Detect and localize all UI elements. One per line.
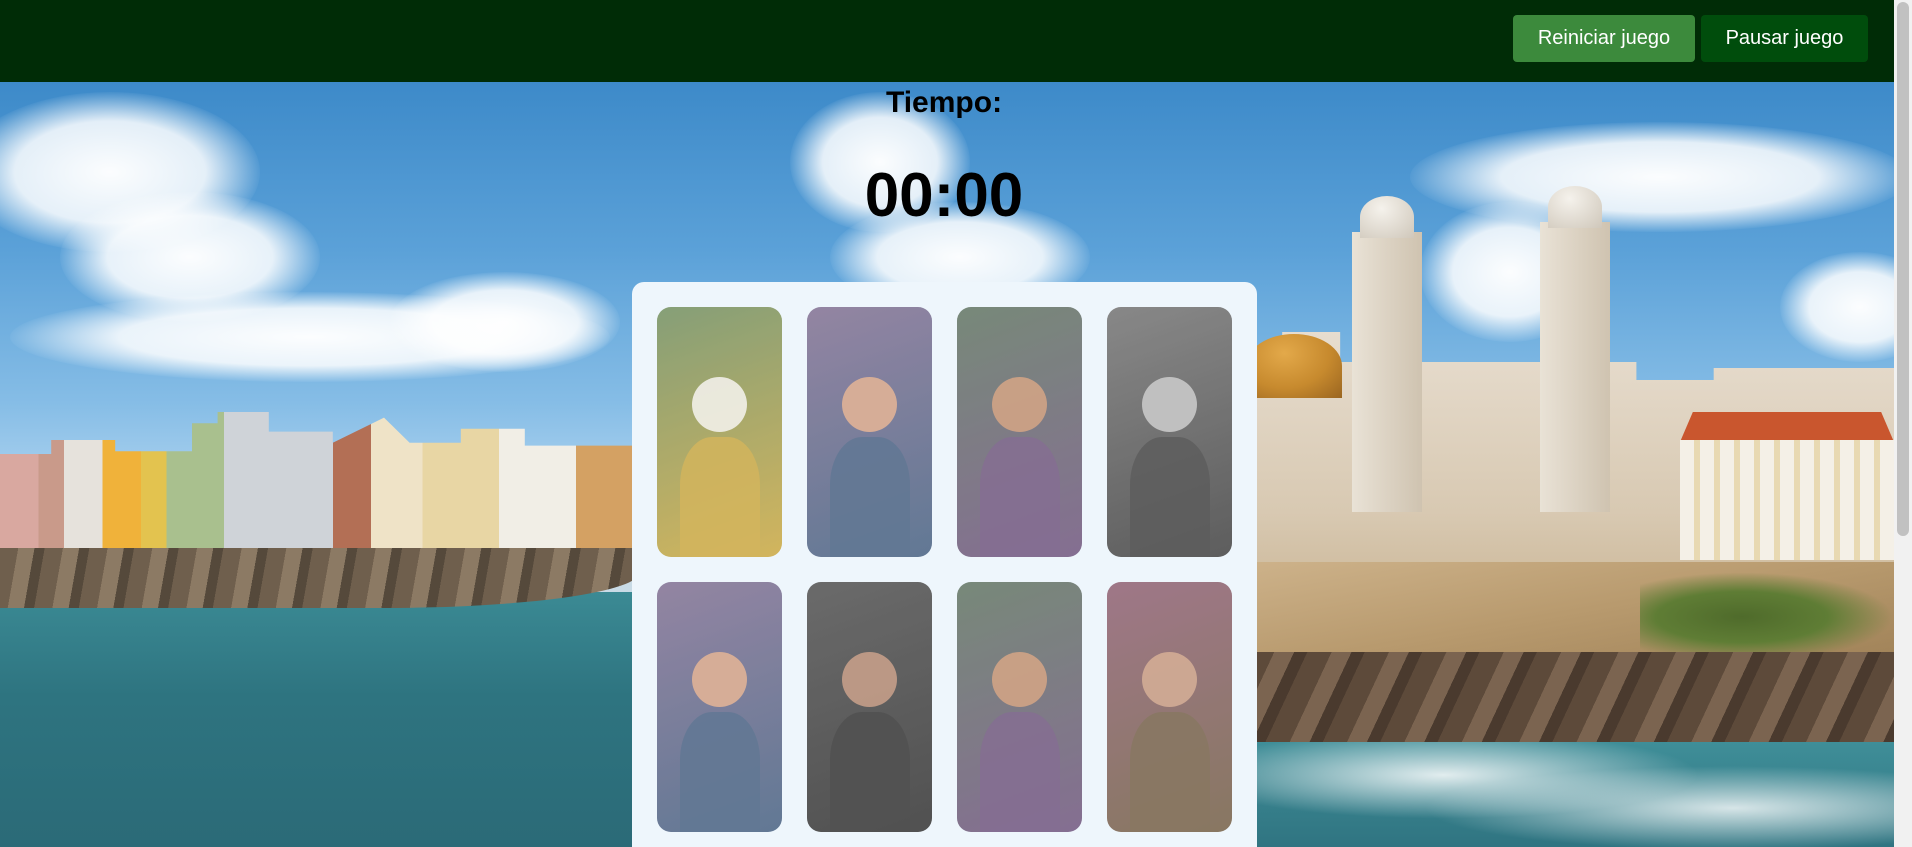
- card-overlay: [1107, 307, 1232, 557]
- timer-label: Tiempo:: [885, 86, 1003, 119]
- pause-game-button[interactable]: Pausar juego: [1701, 15, 1868, 62]
- card-overlay: [657, 582, 782, 832]
- card-overlay: [957, 307, 1082, 557]
- memory-card[interactable]: [1107, 307, 1232, 557]
- memory-card[interactable]: [807, 307, 932, 557]
- card-overlay: [957, 582, 1082, 832]
- cathedral-dome: [1246, 334, 1342, 398]
- card-overlay: [807, 582, 932, 832]
- cloud: [390, 272, 620, 372]
- greenery: [1640, 572, 1894, 662]
- memory-card[interactable]: [957, 307, 1082, 557]
- cloud: [1780, 252, 1894, 362]
- card-board: [632, 282, 1257, 847]
- cathedral-tower: [1352, 196, 1422, 512]
- restart-game-button[interactable]: Reiniciar juego: [1513, 15, 1695, 62]
- waves: [1250, 742, 1894, 847]
- card-overlay: [657, 307, 782, 557]
- white-building: [1680, 440, 1894, 560]
- memory-card[interactable]: [657, 582, 782, 832]
- top-bar: Reiniciar juego Pausar juego: [0, 0, 1894, 82]
- breakwater: [0, 548, 640, 608]
- memory-card[interactable]: [657, 307, 782, 557]
- red-roof: [1680, 412, 1894, 442]
- timer-value: 00:00: [864, 161, 1024, 230]
- cathedral-tower: [1540, 186, 1610, 512]
- card-overlay: [1107, 582, 1232, 832]
- city-skyline: [0, 412, 640, 552]
- memory-card[interactable]: [807, 582, 932, 832]
- page-scrollbar[interactable]: [1894, 0, 1912, 847]
- memory-card[interactable]: [957, 582, 1082, 832]
- card-overlay: [807, 307, 932, 557]
- memory-card[interactable]: [1107, 582, 1232, 832]
- game-viewport: Reiniciar juego Pausar juego Tiempo: 00:…: [0, 0, 1912, 847]
- scrollbar-thumb[interactable]: [1897, 2, 1909, 536]
